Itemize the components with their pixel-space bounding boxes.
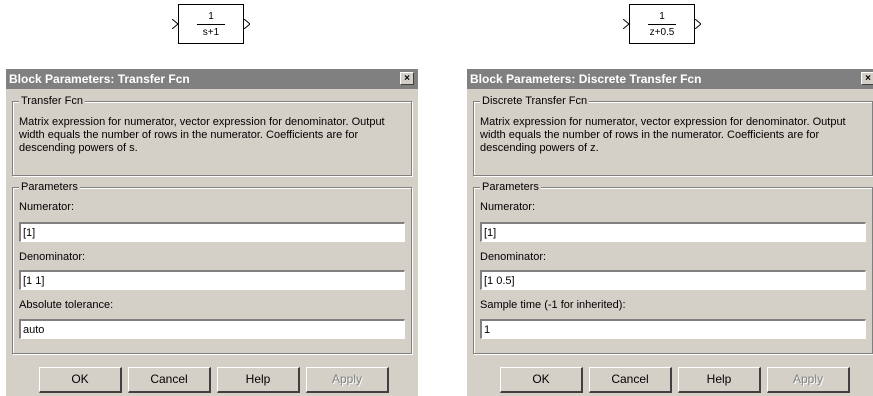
apply-button[interactable]: Apply: [306, 367, 389, 393]
denominator-input[interactable]: [480, 270, 866, 290]
denominator-label: Denominator:: [480, 251, 547, 263]
dialog-title: Block Parameters: Transfer Fcn: [9, 72, 190, 86]
denominator-label: Denominator:: [19, 251, 86, 263]
numerator-input[interactable]: [19, 222, 405, 242]
input-port-icon: [623, 19, 629, 29]
numerator-label: Numerator:: [480, 201, 536, 213]
parameters-title: Parameters: [19, 181, 80, 194]
fraction-bar: [648, 24, 676, 25]
numerator-label: Numerator:: [19, 201, 75, 213]
close-icon[interactable]: ×: [861, 72, 873, 85]
discrete-transfer-fcn-dialog: Block Parameters: Discrete Transfer Fcn …: [467, 69, 873, 396]
block-denominator: s+1: [202, 27, 220, 38]
dialog-title: Block Parameters: Discrete Transfer Fcn: [470, 72, 702, 86]
fraction-bar: [197, 24, 225, 25]
section-title: Transfer Fcn: [19, 95, 85, 108]
absolute-tolerance-input[interactable]: [19, 319, 405, 339]
ok-button[interactable]: OK: [500, 367, 583, 393]
help-button[interactable]: Help: [678, 367, 761, 393]
parameters-title: Parameters: [480, 181, 541, 194]
block-numerator: 1: [659, 11, 665, 22]
block-fraction: 1 z+0.5: [630, 11, 694, 39]
description-group: Discrete Transfer Fcn Matrix expression …: [473, 95, 873, 176]
apply-button[interactable]: Apply: [767, 367, 850, 393]
close-icon[interactable]: ×: [400, 72, 414, 85]
parameters-group: Parameters Numerator: Denominator: Sampl…: [473, 181, 873, 354]
output-port-icon: [695, 19, 701, 29]
dialog-titlebar[interactable]: Block Parameters: Transfer Fcn ×: [6, 69, 418, 89]
absolute-tolerance-label: Absolute tolerance:: [19, 299, 114, 311]
numerator-input[interactable]: [480, 222, 866, 242]
transfer-fcn-dialog: Block Parameters: Transfer Fcn × Transfe…: [6, 69, 418, 396]
parameters-group: Parameters Numerator: Denominator: Absol…: [12, 181, 412, 354]
cancel-button[interactable]: Cancel: [128, 367, 211, 393]
cancel-button[interactable]: Cancel: [589, 367, 672, 393]
sample-time-label: Sample time (-1 for inherited):: [480, 299, 626, 311]
block-description: Matrix expression for numerator, vector …: [19, 116, 385, 154]
block-denominator: z+0.5: [649, 27, 675, 38]
input-port-icon: [172, 19, 178, 29]
ok-button[interactable]: OK: [39, 367, 122, 393]
output-port-icon: [244, 19, 250, 29]
transfer-fcn-block[interactable]: 1 s+1: [172, 4, 250, 44]
section-title: Discrete Transfer Fcn: [480, 95, 590, 108]
dialog-titlebar[interactable]: Block Parameters: Discrete Transfer Fcn …: [467, 69, 873, 89]
block-description: Matrix expression for numerator, vector …: [480, 116, 846, 154]
sample-time-input[interactable]: [480, 319, 866, 339]
discrete-transfer-fcn-block[interactable]: 1 z+0.5: [623, 4, 701, 44]
denominator-input[interactable]: [19, 270, 405, 290]
description-group: Transfer Fcn Matrix expression for numer…: [12, 95, 412, 176]
help-button[interactable]: Help: [217, 367, 300, 393]
block-numerator: 1: [208, 11, 214, 22]
block-fraction: 1 s+1: [179, 11, 243, 39]
